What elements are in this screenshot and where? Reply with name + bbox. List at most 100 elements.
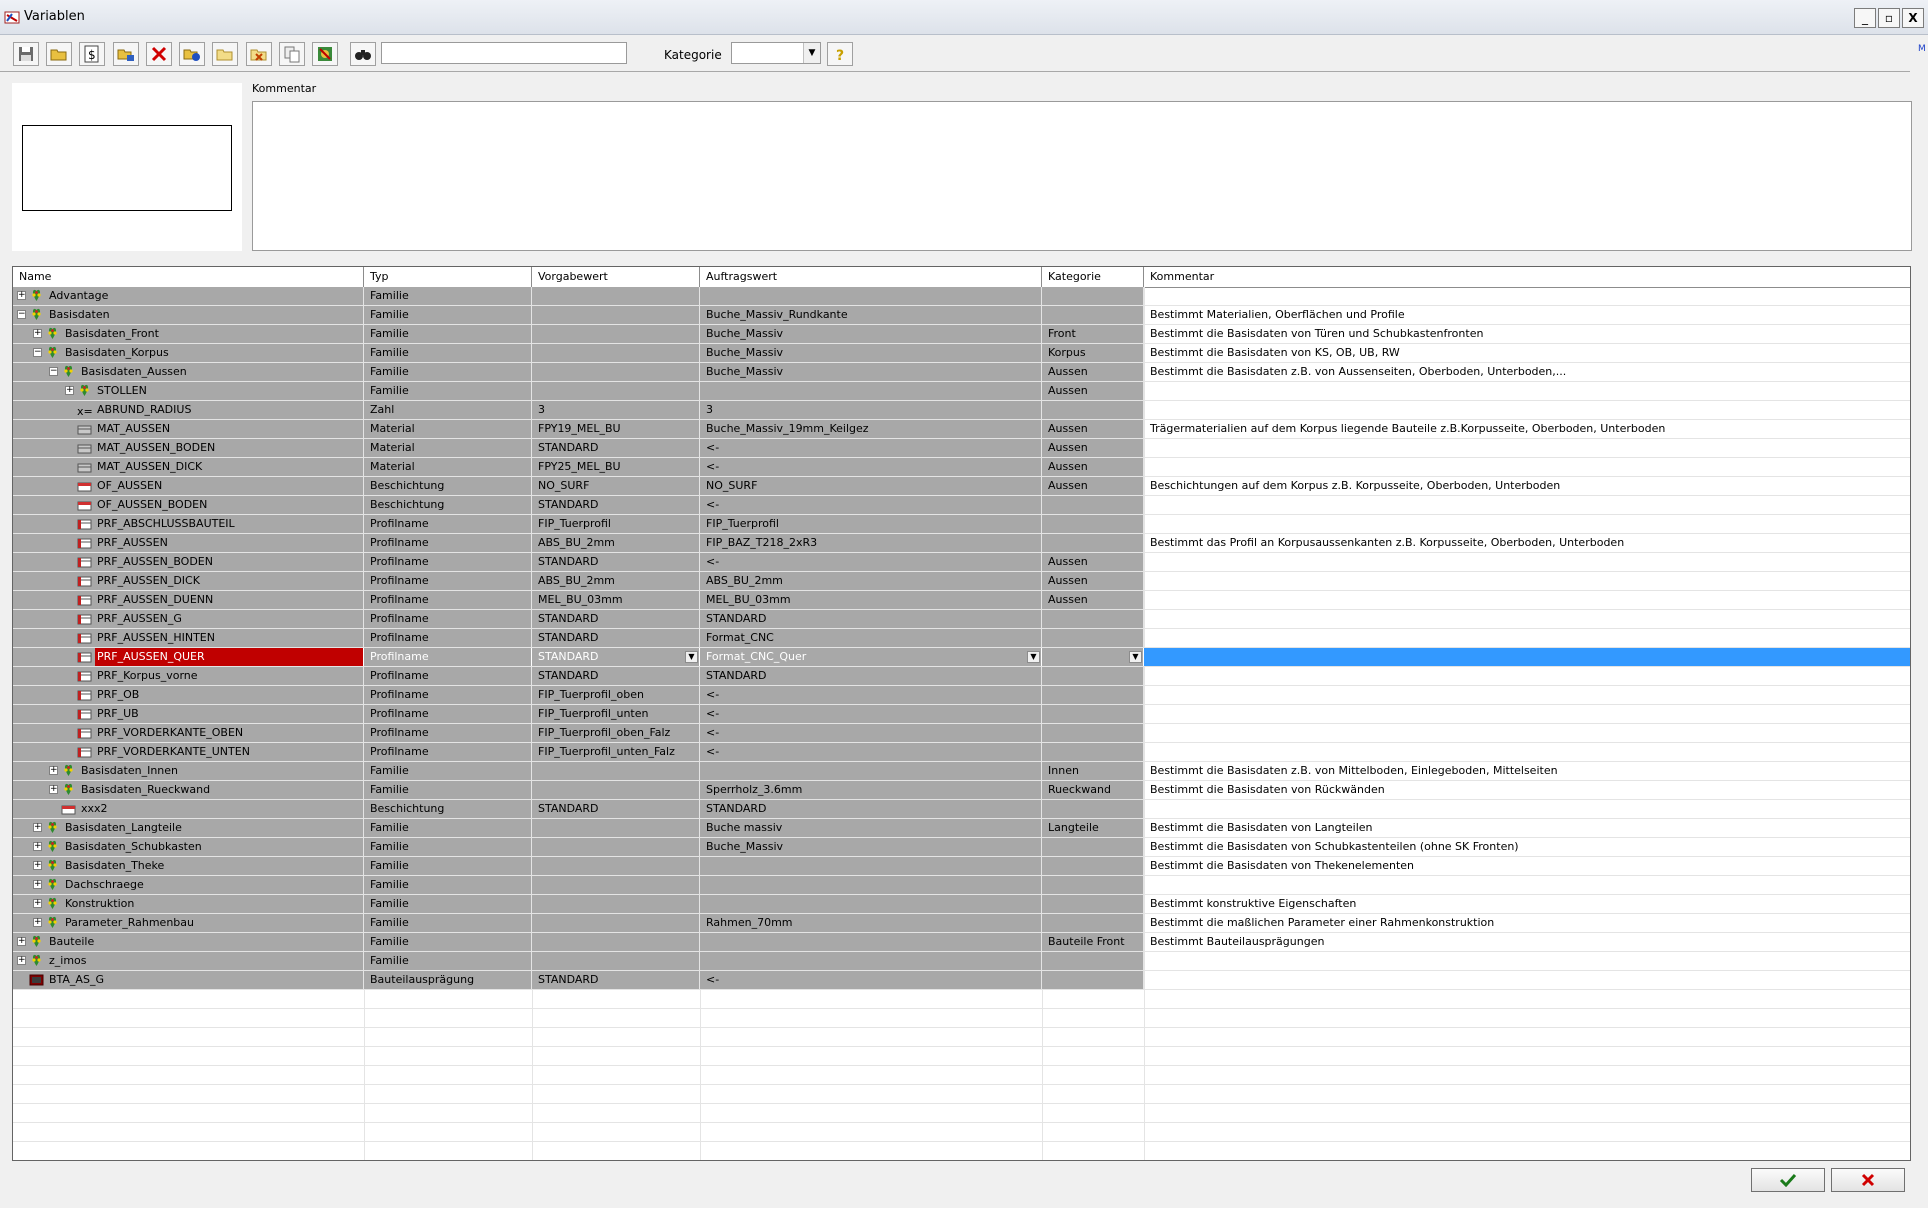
search-input[interactable]: [381, 42, 627, 64]
expand-icon[interactable]: +: [65, 386, 74, 395]
cell-auftragswert: STANDARD: [700, 800, 1042, 818]
close-button[interactable]: X: [1902, 8, 1924, 28]
table-row[interactable]: + Parameter_Rahmenbau Familie Rahmen_70mm Be…: [13, 914, 1910, 933]
help-button[interactable]: ?: [827, 42, 853, 66]
open-button[interactable]: [46, 42, 72, 66]
kategorie-select[interactable]: ▼: [731, 42, 821, 64]
column-header-vorgabewert[interactable]: Vorgabewert: [532, 267, 700, 287]
table-row[interactable]: PRF_AUSSEN Profilname ABS_BU_2mm FIP_BAZ_T2…: [13, 534, 1910, 553]
table-row[interactable]: + Basisdaten_Theke Familie Bestimmt die Bas…: [13, 857, 1910, 876]
collapse-icon[interactable]: −: [17, 310, 26, 319]
table-row[interactable]: + Dachschraege Familie: [13, 876, 1910, 895]
save-button[interactable]: [13, 42, 39, 66]
tree-edit-button[interactable]: [113, 42, 139, 66]
table-row[interactable]: PRF_AUSSEN_HINTEN Profilname STANDARD Forma…: [13, 629, 1910, 648]
table-row[interactable]: PRF_AUSSEN_DUENN Profilname MEL_BU_03mm MEL…: [13, 591, 1910, 610]
table-row[interactable]: x= ABRUND_RADIUS Zahl 3 3: [13, 401, 1910, 420]
add-variable-button[interactable]: [179, 42, 205, 66]
expand-icon[interactable]: +: [17, 937, 26, 946]
expand-icon[interactable]: +: [33, 899, 42, 908]
chevron-down-icon[interactable]: ▼: [803, 43, 820, 63]
row-name-label: Basisdaten_Theke: [65, 859, 165, 872]
delete-button[interactable]: [146, 42, 172, 66]
collapse-icon[interactable]: −: [33, 348, 42, 357]
table-row[interactable]: PRF_AUSSEN_G Profilname STANDARD STANDARD: [13, 610, 1910, 629]
table-row[interactable]: + z_imos Familie: [13, 952, 1910, 971]
table-row[interactable]: PRF_OB Profilname FIP_Tuerprofil_oben <-: [13, 686, 1910, 705]
table-row[interactable]: + Basisdaten_Langteile Familie Buche massiv…: [13, 819, 1910, 838]
cell-kommentar[interactable]: [1144, 648, 1910, 666]
column-header-kommentar[interactable]: Kommentar: [1144, 267, 1910, 287]
expand-icon[interactable]: +: [33, 918, 42, 927]
expand-icon[interactable]: +: [33, 861, 42, 870]
folder-button[interactable]: [212, 42, 238, 66]
cell-typ: Profilname: [364, 686, 532, 704]
table-row[interactable]: + STOLLEN Familie Aussen: [13, 382, 1910, 401]
table-row[interactable]: OF_AUSSEN Beschichtung NO_SURF NO_SURF Ausse…: [13, 477, 1910, 496]
cell-typ: Bauteilausprägung: [364, 971, 532, 989]
cell-vorgabewert: FIP_Tuerprofil_unten: [532, 705, 700, 723]
minimize-button[interactable]: _: [1854, 8, 1876, 28]
table-row[interactable]: MAT_AUSSEN_BODEN Material STANDARD <- Aussen: [13, 439, 1910, 458]
svg-text:x=: x=: [77, 405, 92, 417]
collapse-icon[interactable]: −: [49, 367, 58, 376]
table-row[interactable]: MAT_AUSSEN_DICK Material FPY25_MEL_BU <- Aus…: [13, 458, 1910, 477]
expand-icon[interactable]: +: [33, 842, 42, 851]
cell-vorgabewert[interactable]: STANDARD: [532, 648, 700, 666]
table-row[interactable]: + Basisdaten_Schubkasten Familie Buche_Mass…: [13, 838, 1910, 857]
table-row[interactable]: PRF_UB Profilname FIP_Tuerprofil_unten <-: [13, 705, 1910, 724]
ok-button[interactable]: [1751, 1168, 1825, 1192]
expand-icon[interactable]: +: [33, 823, 42, 832]
edge-link[interactable]: M: [1918, 44, 1926, 54]
column-header-name[interactable]: Name: [13, 267, 364, 287]
column-header-auftragswert[interactable]: Auftragswert: [700, 267, 1042, 287]
table-row[interactable]: xxx2 Beschichtung STANDARD STANDARD: [13, 800, 1910, 819]
table-row[interactable]: OF_AUSSEN_BODEN Beschichtung STANDARD <-: [13, 496, 1910, 515]
expand-icon[interactable]: +: [49, 766, 58, 775]
column-header-typ[interactable]: Typ: [364, 267, 532, 287]
table-row[interactable]: + Bauteile Familie Bauteile Front Bestimmt B…: [13, 933, 1910, 952]
column-header-kategorie[interactable]: Kategorie: [1042, 267, 1144, 287]
table-row[interactable]: − Basisdaten_Korpus Familie Buche_Massiv Kor…: [13, 344, 1910, 363]
expand-icon[interactable]: +: [17, 956, 26, 965]
table-row[interactable]: PRF_Korpus_vorne Profilname STANDARD STANDA…: [13, 667, 1910, 686]
cancel-button[interactable]: [1831, 1168, 1905, 1192]
expand-icon[interactable]: +: [33, 880, 42, 889]
table-row[interactable]: PRF_VORDERKANTE_UNTEN Profilname FIP_Tuerp…: [13, 743, 1910, 762]
chevron-down-icon[interactable]: ▼: [1129, 651, 1142, 663]
red-x-icon: [1861, 1173, 1875, 1187]
maximize-button[interactable]: ▫: [1878, 8, 1900, 28]
cell-auftragswert: Buche_Massiv: [700, 838, 1042, 856]
cell-auftragswert[interactable]: Format_CNC_Quer: [700, 648, 1042, 666]
table-row[interactable]: + Advantage Familie: [13, 287, 1910, 306]
cell-typ: Material: [364, 458, 532, 476]
table-row[interactable]: + Konstruktion Familie Bestimmt konstruktiv…: [13, 895, 1910, 914]
cell-typ[interactable]: Profilname: [364, 648, 532, 666]
chevron-down-icon[interactable]: ▼: [685, 651, 698, 663]
expand-icon[interactable]: +: [49, 785, 58, 794]
table-row[interactable]: PRF_AUSSEN_BODEN Profilname STANDARD <- Auss…: [13, 553, 1910, 572]
table-row[interactable]: PRF_AUSSEN_DICK Profilname ABS_BU_2mm ABS_B…: [13, 572, 1910, 591]
table-row[interactable]: + Basisdaten_Innen Familie Innen Bestimmt di…: [13, 762, 1910, 781]
cell-vorgabewert: FPY19_MEL_BU: [532, 420, 700, 438]
expand-icon[interactable]: +: [17, 291, 26, 300]
find-button[interactable]: [350, 42, 376, 66]
cut-button[interactable]: [246, 42, 272, 66]
cell-typ: Profilname: [364, 515, 532, 533]
dollar-button[interactable]: $: [79, 42, 105, 66]
table-row[interactable]: BTA_AS_G Bauteilausprägung STANDARD <-: [13, 971, 1910, 990]
export-button[interactable]: [312, 42, 338, 66]
chevron-down-icon[interactable]: ▼: [1027, 651, 1040, 663]
table-row[interactable]: + Basisdaten_Front Familie Buche_Massiv Fron…: [13, 325, 1910, 344]
table-row[interactable]: PRF_ABSCHLUSSBAUTEIL Profilname FIP_Tuerpr…: [13, 515, 1910, 534]
table-row[interactable]: MAT_AUSSEN Material FPY19_MEL_BU Buche_Mass…: [13, 420, 1910, 439]
table-row[interactable]: PRF_VORDERKANTE_OBEN Profilname FIP_Tuerpr…: [13, 724, 1910, 743]
copy-button[interactable]: [279, 42, 305, 66]
comment-textarea[interactable]: [252, 101, 1912, 251]
row-name-label: OF_AUSSEN_BODEN: [97, 498, 208, 511]
table-row-selected[interactable]: PRF_AUSSEN_QUER Profilname STANDARD ▼ Format…: [13, 648, 1910, 667]
table-row[interactable]: + Basisdaten_Rueckwand Familie Sperrholz_3.…: [13, 781, 1910, 800]
table-row[interactable]: − Basisdaten_Aussen Familie Buche_Massiv Aus…: [13, 363, 1910, 382]
table-row[interactable]: − Basisdaten Familie Buche_Massiv_Rundkante…: [13, 306, 1910, 325]
expand-icon[interactable]: +: [33, 329, 42, 338]
